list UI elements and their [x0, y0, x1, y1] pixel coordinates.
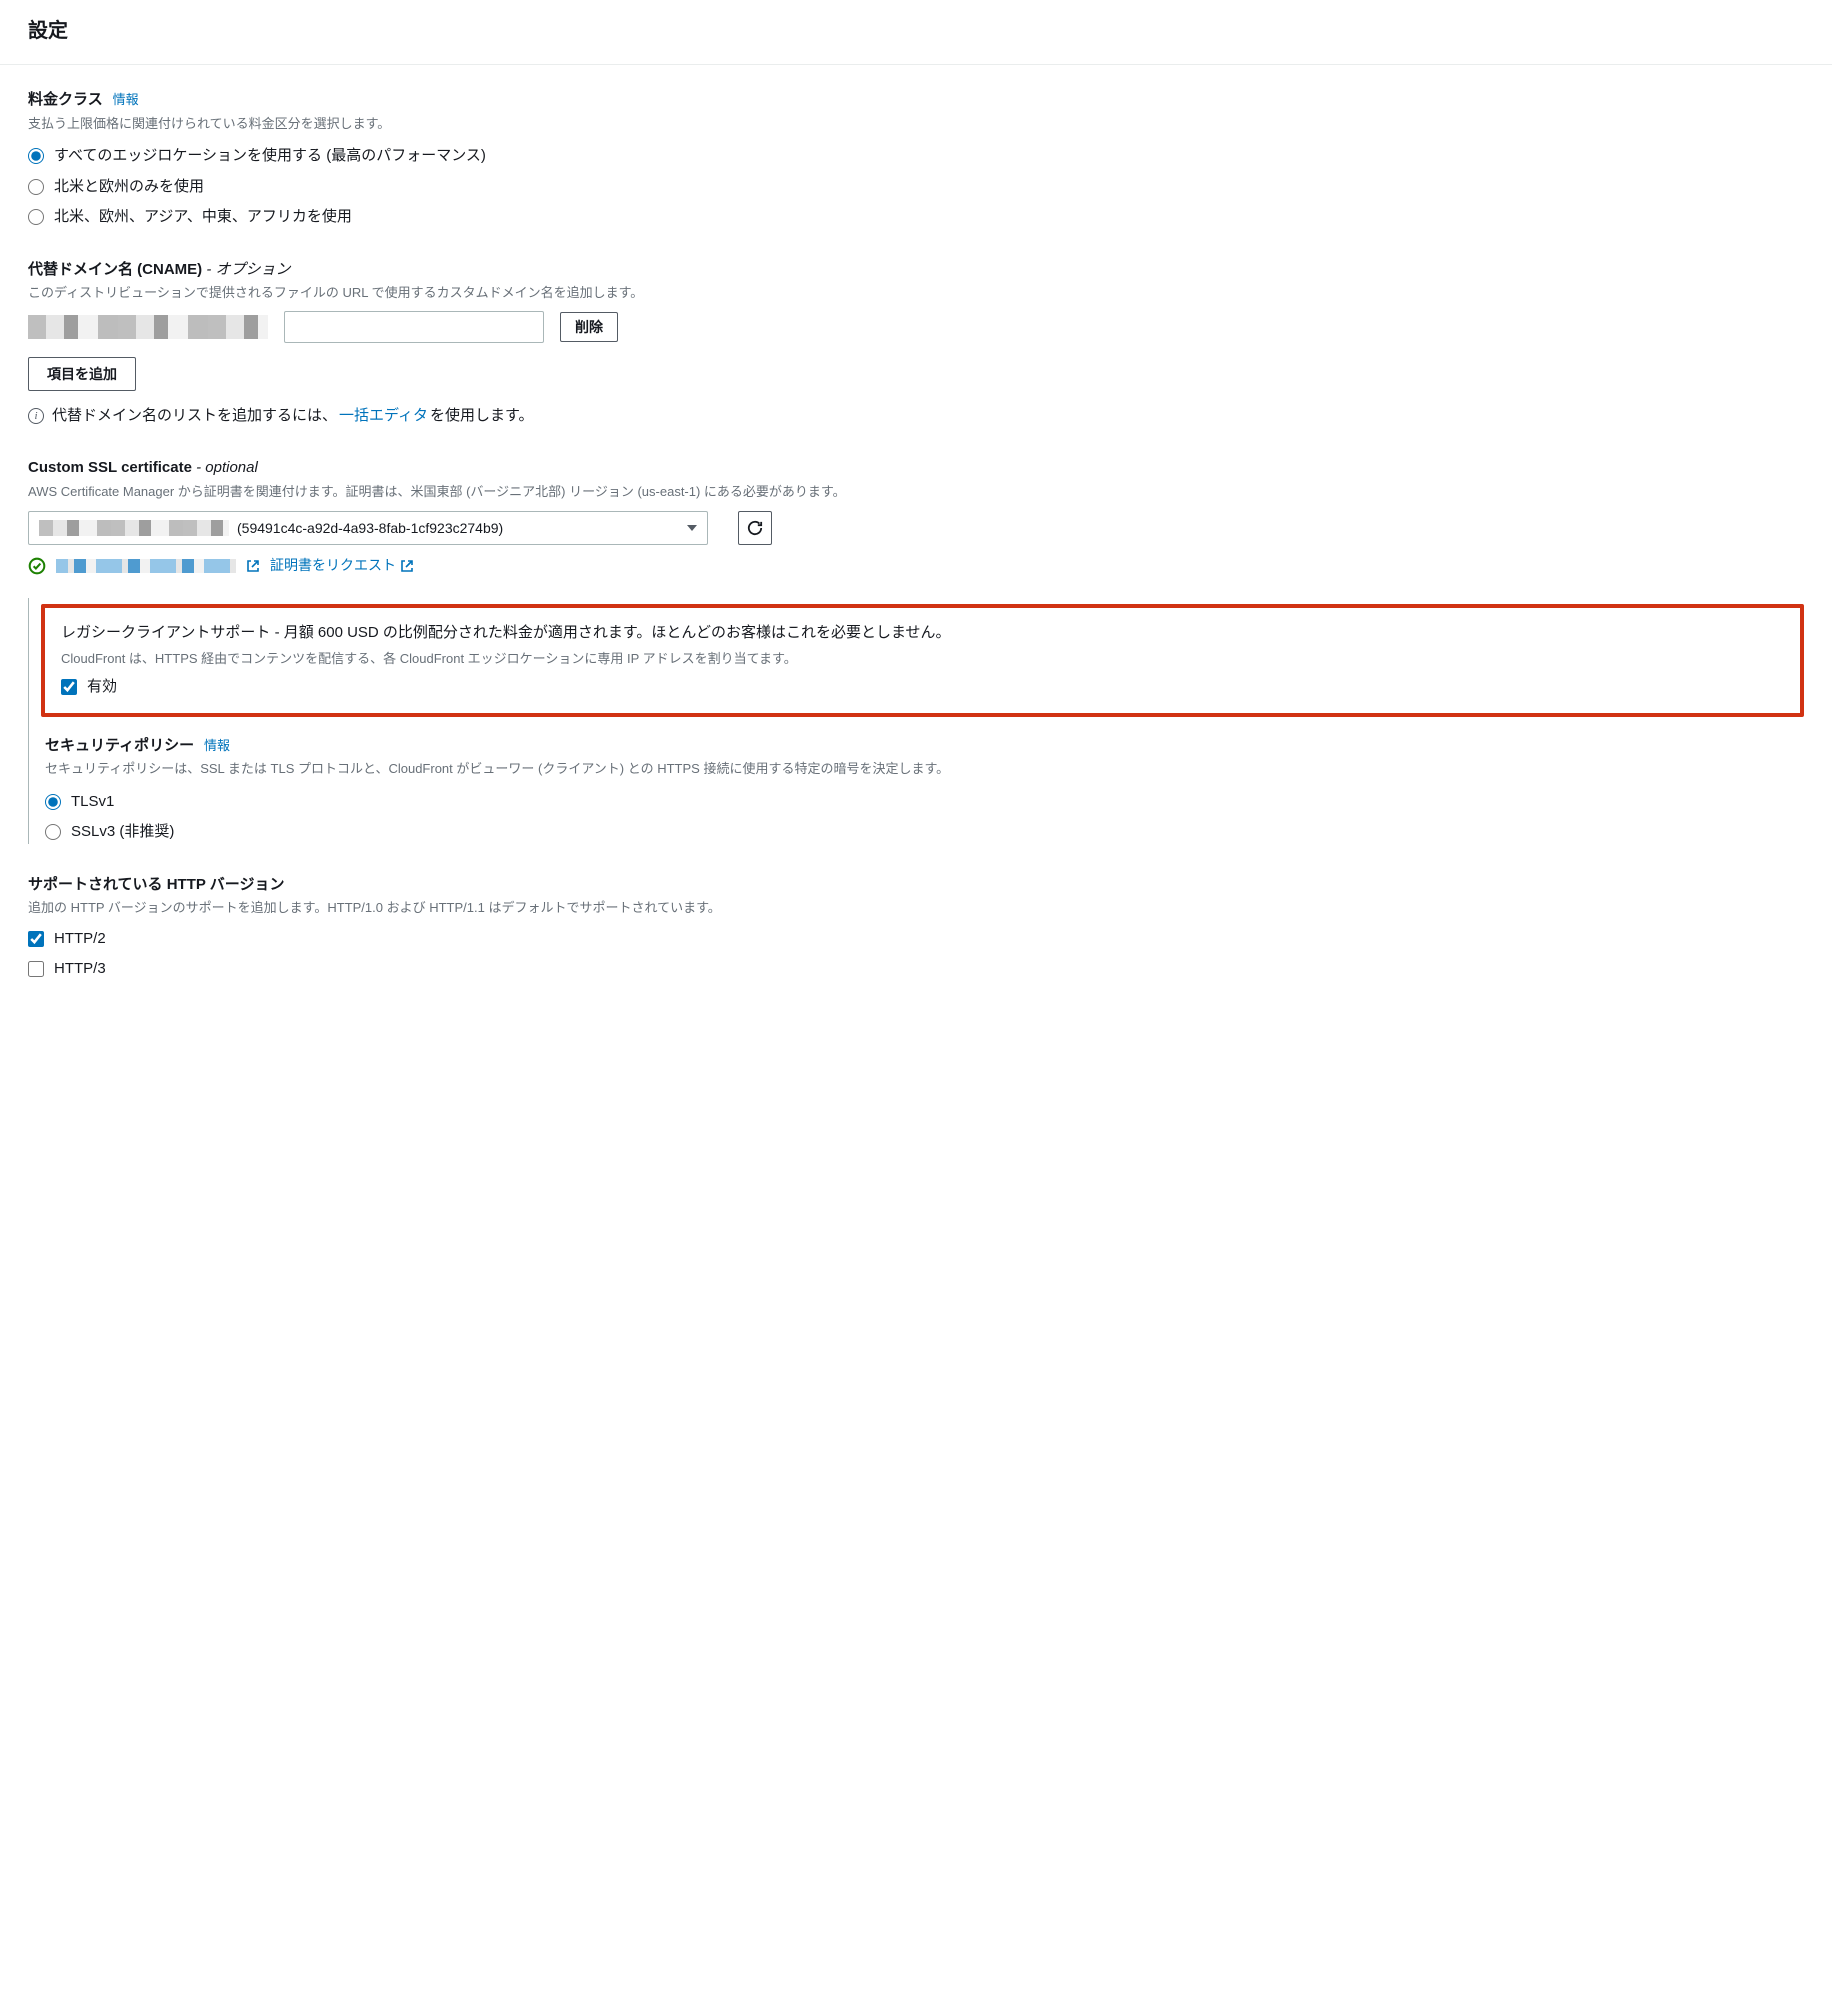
ssl-cert-redacted: [39, 520, 229, 536]
bulk-editor-link[interactable]: 一括エディタ: [339, 405, 428, 428]
cname-redacted: [28, 315, 268, 339]
cname-bulk-suffix: を使用します。: [430, 405, 534, 428]
ssl-subsection-tree: レガシークライアントサポート - 月額 600 USD の比例配分された料金が適…: [28, 598, 1804, 844]
price-class-option-na-eu-asia-label: 北米、欧州、アジア、中東、アフリカを使用: [54, 206, 352, 229]
policy-option-sslv3-label: SSLv3 (非推奨): [71, 821, 174, 844]
legacy-title: レガシークライアントサポート - 月額 600 USD の比例配分された料金が適…: [61, 622, 1784, 645]
http3-checkbox-row[interactable]: HTTP/3: [28, 958, 1804, 981]
price-class-desc: 支払う上限価格に関連付けられている料金区分を選択します。: [28, 114, 1804, 134]
ssl-request-cert-label: 証明書をリクエスト: [270, 555, 396, 576]
cname-delete-button[interactable]: 削除: [560, 312, 618, 342]
legacy-client-box: レガシークライアントサポート - 月額 600 USD の比例配分された料金が適…: [41, 604, 1804, 717]
external-link-icon: [246, 559, 260, 573]
info-icon: i: [28, 408, 44, 424]
price-class-info-link[interactable]: 情報: [113, 92, 139, 107]
http-versions-desc: 追加の HTTP バージョンのサポートを追加します。HTTP/1.0 および H…: [28, 898, 1804, 918]
price-class-radio-group: すべてのエッジロケーションを使用する (最高のパフォーマンス) 北米と欧州のみを…: [28, 145, 1804, 229]
check-circle-icon: [28, 557, 46, 575]
refresh-icon: [746, 519, 764, 537]
ssl-select-row: (59491c4c-a92d-4a93-8fab-1cf923c274b9): [28, 511, 1804, 545]
external-link-icon: [400, 559, 414, 573]
price-class-radio-na-eu[interactable]: [28, 179, 44, 195]
http3-label: HTTP/3: [54, 958, 106, 981]
legacy-desc: CloudFront は、HTTPS 経由でコンテンツを配信する、各 Cloud…: [61, 649, 1784, 669]
policy-radio-tlsv1[interactable]: [45, 794, 61, 810]
ssl-status-redacted: [56, 559, 236, 573]
cname-input[interactable]: [284, 311, 544, 343]
legacy-enabled-label: 有効: [87, 676, 117, 699]
chevron-down-icon: [687, 525, 697, 531]
cname-add-button[interactable]: 項目を追加: [28, 357, 136, 391]
security-policy-info-link[interactable]: 情報: [204, 738, 230, 753]
http3-checkbox[interactable]: [28, 961, 44, 977]
ssl-refresh-button[interactable]: [738, 511, 772, 545]
policy-option-tlsv1-label: TLSv1: [71, 791, 114, 814]
ssl-title: Custom SSL certificate: [28, 459, 192, 476]
security-policy-radio-group: TLSv1 SSLv3 (非推奨): [45, 791, 1804, 844]
policy-radio-sslv3[interactable]: [45, 824, 61, 840]
security-policy-desc: セキュリティポリシーは、SSL または TLS プロトコルと、CloudFron…: [45, 759, 1804, 779]
http2-checkbox[interactable]: [28, 931, 44, 947]
cname-title: 代替ドメイン名 (CNAME): [28, 261, 202, 278]
price-class-radio-all[interactable]: [28, 148, 44, 164]
http2-label: HTTP/2: [54, 928, 106, 951]
ssl-certificate-select[interactable]: (59491c4c-a92d-4a93-8fab-1cf923c274b9): [28, 511, 708, 545]
page-title: 設定: [28, 16, 1804, 46]
legacy-enabled-checkbox[interactable]: [61, 679, 77, 695]
cname-row: 削除: [28, 311, 1804, 343]
ssl-selected-value: (59491c4c-a92d-4a93-8fab-1cf923c274b9): [237, 518, 503, 539]
cname-desc: このディストリビューションで提供されるファイルの URL で使用するカスタムドメ…: [28, 283, 1804, 303]
http-versions-title: サポートされている HTTP バージョン: [28, 876, 284, 893]
http-versions-section: サポートされている HTTP バージョン 追加の HTTP バージョンのサポート…: [28, 874, 1804, 981]
policy-option-tlsv1[interactable]: TLSv1: [45, 791, 1804, 814]
ssl-desc: AWS Certificate Manager から証明書を関連付けます。証明書…: [28, 482, 1804, 502]
price-class-title: 料金クラス: [28, 91, 103, 108]
http2-checkbox-row[interactable]: HTTP/2: [28, 928, 1804, 951]
price-class-option-all[interactable]: すべてのエッジロケーションを使用する (最高のパフォーマンス): [28, 145, 1804, 168]
cname-optional: - オプション: [202, 261, 290, 278]
ssl-view-cert-link[interactable]: [246, 559, 260, 573]
price-class-option-all-label: すべてのエッジロケーションを使用する (最高のパフォーマンス): [54, 145, 486, 168]
price-class-option-na-eu[interactable]: 北米と欧州のみを使用: [28, 176, 1804, 199]
security-policy-title: セキュリティポリシー: [45, 737, 194, 754]
ssl-section: Custom SSL certificate - optional AWS Ce…: [28, 457, 1804, 844]
cname-bulk-prefix: 代替ドメイン名のリストを追加するには、: [52, 405, 337, 428]
cname-bulk-info: i 代替ドメイン名のリストを追加するには、 一括エディタ を使用します。: [28, 405, 1804, 428]
ssl-status-row: 証明書をリクエスト: [28, 555, 1804, 576]
ssl-optional: - optional: [192, 459, 258, 476]
price-class-radio-na-eu-asia[interactable]: [28, 209, 44, 225]
price-class-option-na-eu-label: 北米と欧州のみを使用: [54, 176, 204, 199]
policy-option-sslv3[interactable]: SSLv3 (非推奨): [45, 821, 1804, 844]
legacy-enabled-checkbox-row[interactable]: 有効: [61, 676, 1784, 699]
price-class-option-na-eu-asia[interactable]: 北米、欧州、アジア、中東、アフリカを使用: [28, 206, 1804, 229]
cname-section: 代替ドメイン名 (CNAME) - オプション このディストリビューションで提供…: [28, 259, 1804, 428]
price-class-section: 料金クラス 情報 支払う上限価格に関連付けられている料金区分を選択します。 すべ…: [28, 89, 1804, 229]
settings-content: 料金クラス 情報 支払う上限価格に関連付けられている料金区分を選択します。 すべ…: [0, 65, 1832, 1029]
ssl-request-cert-link[interactable]: 証明書をリクエスト: [270, 555, 414, 576]
security-policy-section: セキュリティポリシー 情報 セキュリティポリシーは、SSL または TLS プロ…: [29, 735, 1804, 844]
page-header: 設定: [0, 0, 1832, 65]
